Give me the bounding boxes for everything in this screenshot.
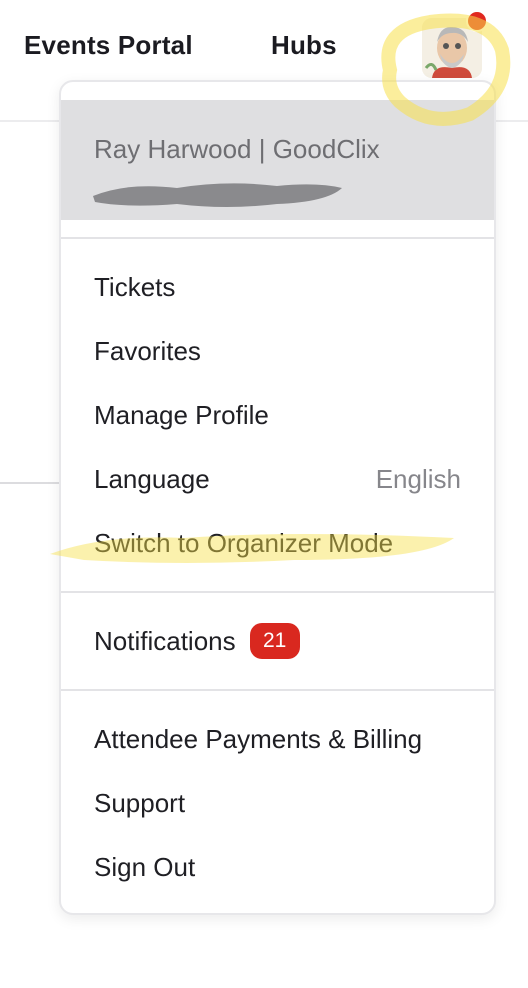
menu-item-switch-organizer-mode[interactable]: Switch to Organizer Mode	[94, 528, 393, 559]
user-avatar-button[interactable]	[418, 10, 488, 82]
redacted-email-scribble	[93, 183, 342, 207]
menu-divider	[61, 689, 494, 691]
menu-divider	[61, 237, 494, 239]
menu-item-language[interactable]: Language	[94, 464, 210, 495]
menu-item-favorites[interactable]: Favorites	[94, 336, 201, 367]
menu-item-support[interactable]: Support	[94, 788, 185, 819]
menu-item-payments-billing[interactable]: Attendee Payments & Billing	[94, 724, 422, 755]
language-value: English	[375, 464, 461, 494]
menu-item-notifications[interactable]: Notifications 21	[94, 623, 300, 661]
nav-events-portal[interactable]: Events Portal	[24, 30, 193, 61]
nav-hubs[interactable]: Hubs	[271, 30, 337, 61]
user-info-block: Ray Harwood | GoodClix	[61, 100, 494, 220]
notifications-count-badge: 21	[249, 623, 300, 659]
menu-divider	[61, 591, 494, 593]
menu-item-tickets[interactable]: Tickets	[94, 272, 175, 303]
user-name: Ray Harwood | GoodClix	[94, 134, 380, 164]
account-dropdown-menu: Ray Harwood | GoodClix Tickets Favorites…	[59, 80, 496, 915]
notifications-label: Notifications	[94, 625, 236, 656]
notification-dot	[466, 10, 488, 32]
menu-item-manage-profile[interactable]: Manage Profile	[94, 400, 269, 431]
menu-item-sign-out[interactable]: Sign Out	[94, 852, 195, 883]
